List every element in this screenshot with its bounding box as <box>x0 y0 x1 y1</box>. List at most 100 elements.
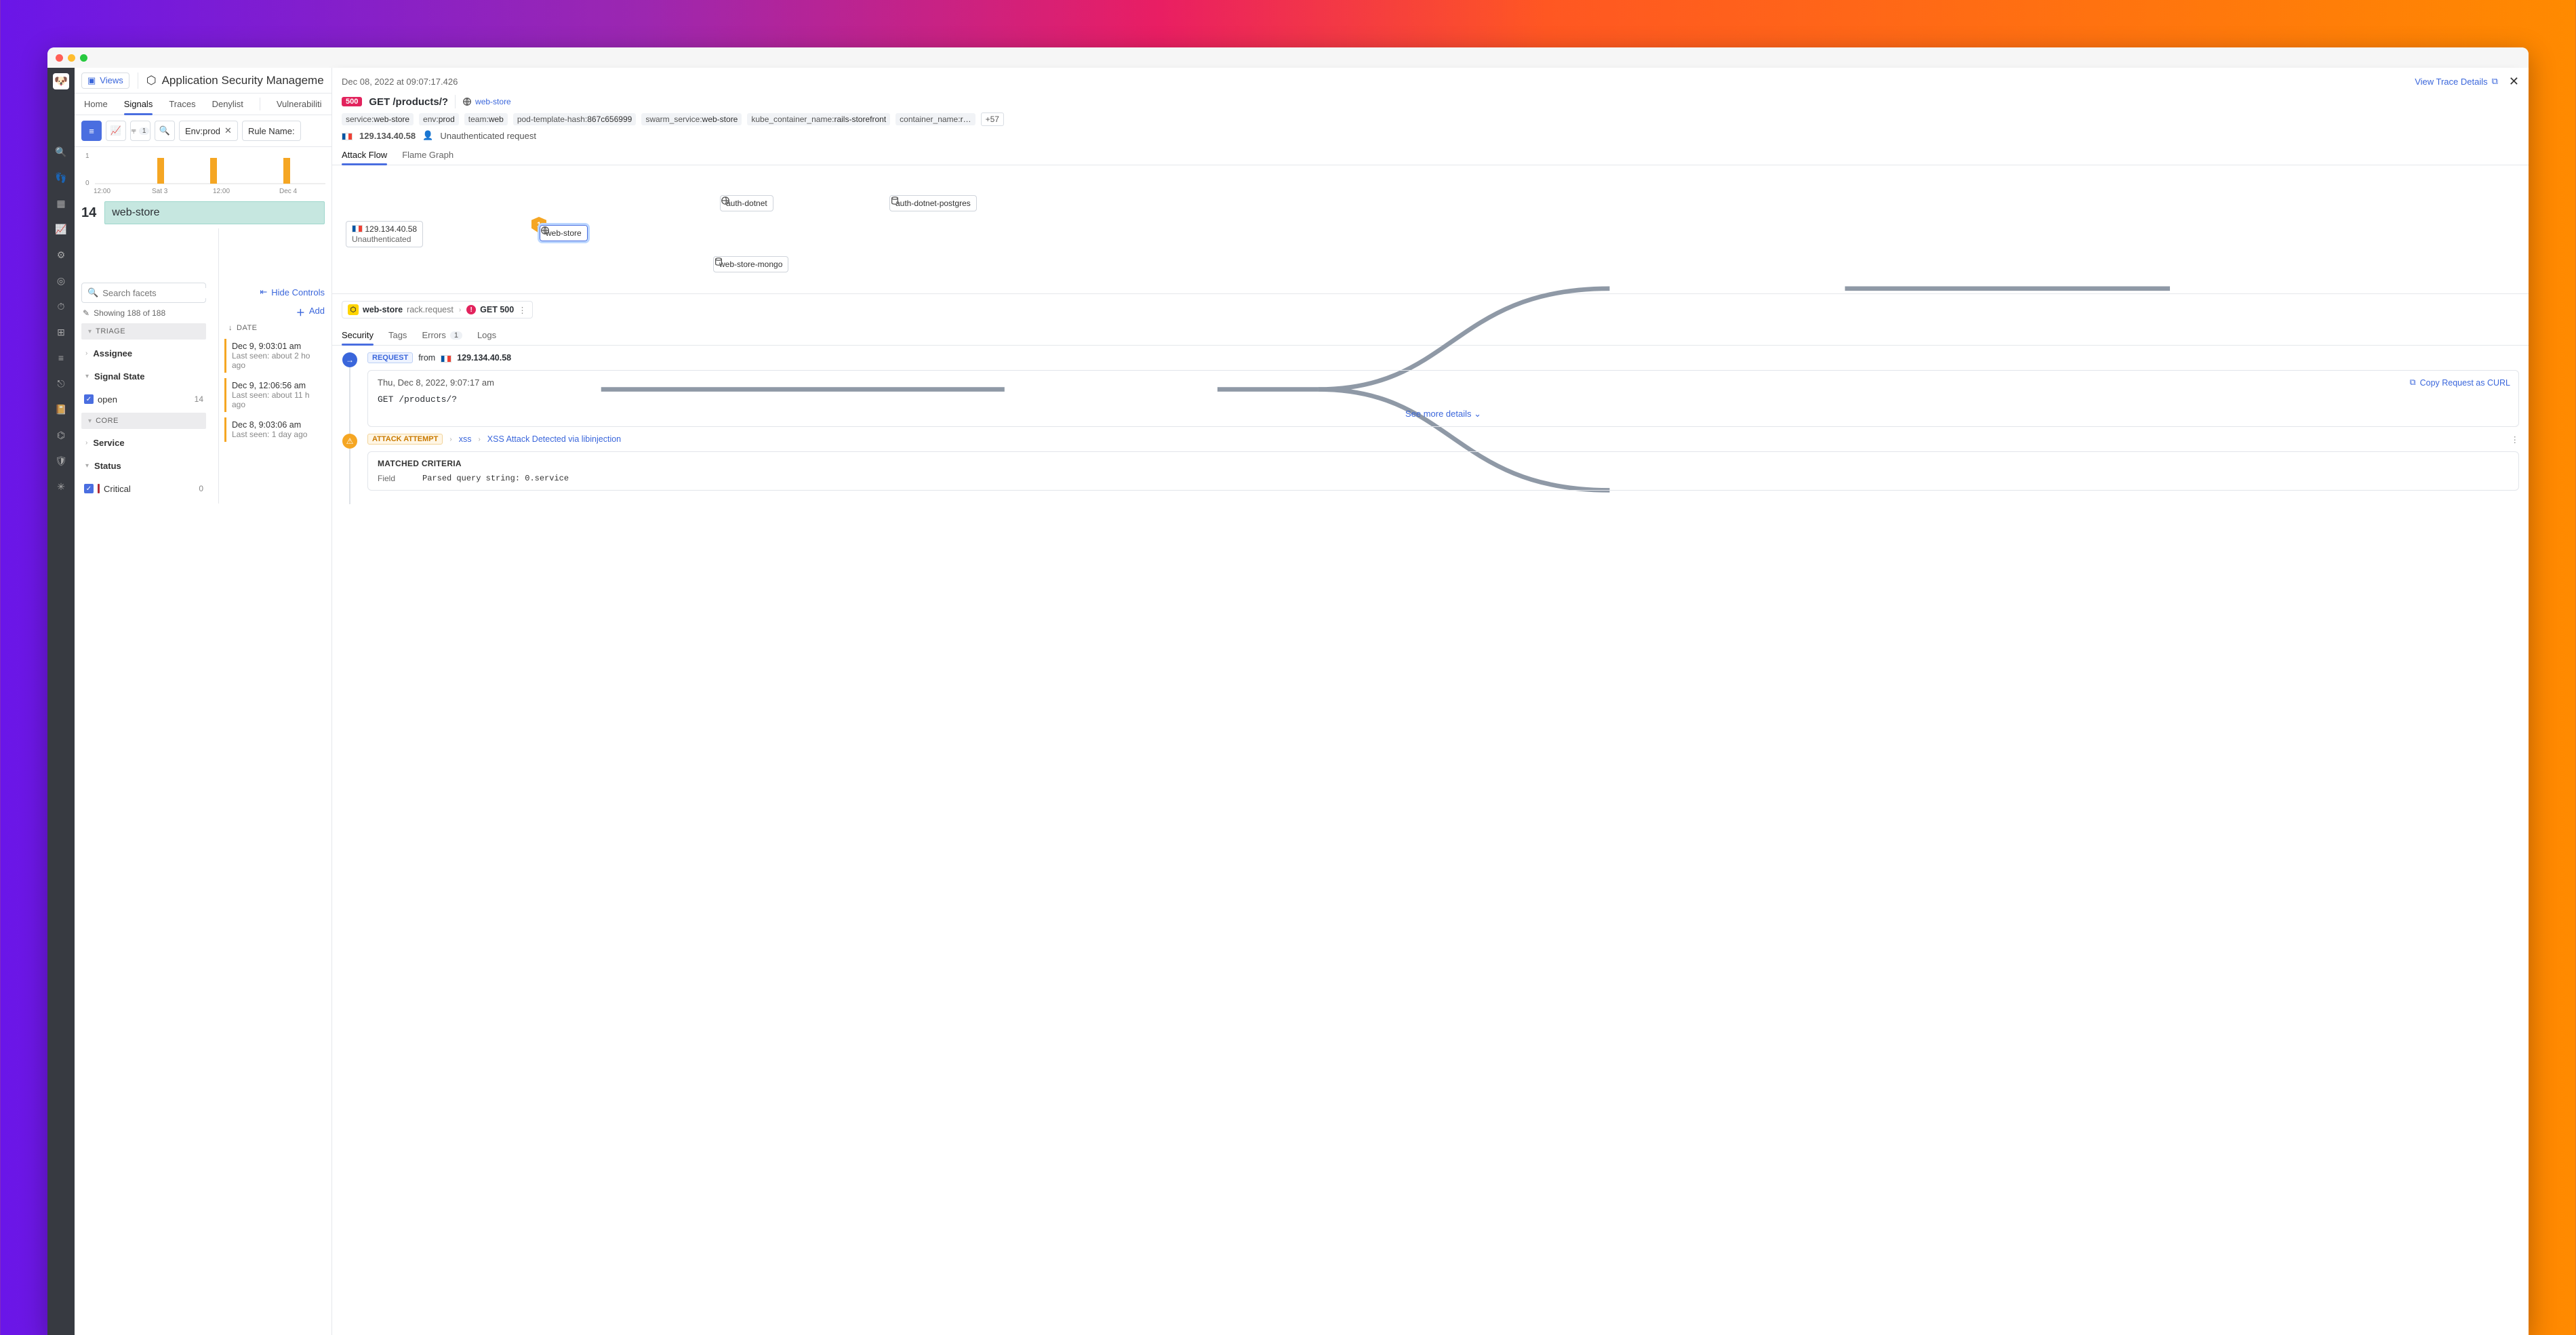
request-line: GET /products/? <box>369 96 448 108</box>
filter-chip-env[interactable]: Env:prod✕ <box>179 121 238 141</box>
rail-logs-icon[interactable]: ≡ <box>56 352 66 363</box>
facet-status[interactable]: ▾Status <box>81 456 206 475</box>
more-tags-button[interactable]: +57 <box>981 112 1004 126</box>
window-close-icon[interactable] <box>56 54 63 62</box>
sort-down-icon[interactable]: ↓ <box>228 324 233 332</box>
tab-traces[interactable]: Traces <box>169 94 195 115</box>
facet-section-core[interactable]: ▾ CORE <box>81 413 206 429</box>
service-chip[interactable]: web-store <box>462 97 511 106</box>
window-minimize-icon[interactable] <box>68 54 75 62</box>
errors-count: 1 <box>450 331 462 340</box>
tab-signals[interactable]: Signals <box>124 94 153 115</box>
rail-watchdog-icon[interactable]: 👣 <box>56 172 66 183</box>
tab-tags[interactable]: Tags <box>388 325 407 345</box>
view-trace-details-link[interactable]: View Trace Details⧉ <box>2415 76 2498 87</box>
tab-vulnerabilities[interactable]: Vulnerabiliti <box>277 94 322 115</box>
tab-home[interactable]: Home <box>84 94 108 115</box>
tag[interactable]: swarm_service:web-store <box>641 113 742 125</box>
views-button[interactable]: ▣ Views <box>81 73 129 89</box>
app-logo-icon[interactable]: 🐶 <box>53 73 69 89</box>
globe-icon <box>540 226 550 235</box>
facet-assignee[interactable]: ›Assignee <box>81 344 206 363</box>
close-button[interactable]: ✕ <box>2509 75 2519 89</box>
rail-dashboards-icon[interactable]: ▦ <box>56 198 66 209</box>
facet-open[interactable]: ✓ open 14 <box>81 390 206 409</box>
summary-service-bar[interactable]: web-store <box>104 201 325 224</box>
globe-icon <box>462 97 472 106</box>
rail-security-icon[interactable]: 🛡 <box>56 455 66 466</box>
attack-flow-graph[interactable]: 129.134.40.58 Unauthenticated 1 web-stor… <box>332 165 2529 294</box>
rail-settings-icon[interactable]: ✳ <box>56 481 66 492</box>
tab-security[interactable]: Security <box>342 325 374 345</box>
signal-row[interactable]: Dec 8, 9:03:06 am Last seen: 1 day ago <box>224 417 326 442</box>
views-icon: ▣ <box>87 75 96 86</box>
col-date[interactable]: DATE <box>237 324 258 332</box>
rail-integrations-icon[interactable]: ⊞ <box>56 327 66 337</box>
tag[interactable]: team:web <box>464 113 508 125</box>
page-title: ⬡ Application Security Manageme <box>146 74 324 87</box>
attack-type-link[interactable]: xss <box>459 434 472 444</box>
kebab-icon[interactable]: ⋮ <box>2511 434 2520 445</box>
globe-icon <box>721 196 730 205</box>
views-label: Views <box>100 75 123 85</box>
hide-controls-link[interactable]: ⇤Hide Controls <box>260 287 325 297</box>
auth-label: Unauthenticated request <box>440 131 536 141</box>
rail-rum-icon[interactable]: ⌬ <box>56 430 66 440</box>
add-facet-button[interactable]: ＋Add <box>296 306 325 319</box>
checkbox-checked-icon[interactable]: ✓ <box>84 484 94 493</box>
checkbox-checked-icon[interactable]: ✓ <box>84 394 94 404</box>
view-timeseries-button[interactable]: 📈 <box>106 121 126 141</box>
facet-section-triage[interactable]: ▾ TRIAGE <box>81 323 206 340</box>
tag[interactable]: kube_container_name:rails-storefront <box>747 113 890 125</box>
svg-text:12:00: 12:00 <box>94 188 110 195</box>
search-button[interactable]: 🔍 <box>155 121 175 141</box>
client-ip: 129.134.40.58 <box>359 131 416 141</box>
flow-node-auth-dotnet[interactable]: auth-dotnet <box>720 195 773 211</box>
plus-icon: ＋ <box>296 306 305 319</box>
tab-flame-graph[interactable]: Flame Graph <box>402 145 454 165</box>
facet-search-field[interactable] <box>102 288 222 298</box>
filter-button[interactable]: ⫧1 <box>130 121 150 141</box>
facet-signal-state[interactable]: ▾Signal State <box>81 367 206 386</box>
facet-service[interactable]: ›Service <box>81 433 206 452</box>
showing-label: ✎ <box>83 308 89 318</box>
rail-infrastructure-icon[interactable]: ⚙ <box>56 249 66 260</box>
tab-logs[interactable]: Logs <box>477 325 496 345</box>
rail-monitors-icon[interactable]: ◎ <box>56 275 66 286</box>
rail-perf-icon[interactable]: ⏱ <box>56 301 66 312</box>
facet-critical[interactable]: ✓ Critical 0 <box>81 479 206 498</box>
remove-chip-icon[interactable]: ✕ <box>224 125 232 136</box>
see-more-link[interactable]: See more details ⌄ <box>378 409 2509 419</box>
rail-metrics-icon[interactable]: 📈 <box>56 224 66 234</box>
tab-attack-flow[interactable]: Attack Flow <box>342 145 387 165</box>
signal-row[interactable]: Dec 9, 9:03:01 am Last seen: about 2 ho … <box>224 339 326 373</box>
rail-notebooks-icon[interactable]: 📔 <box>56 404 66 415</box>
request-ip: 129.134.40.58 <box>457 353 511 363</box>
shield-hex-icon: ⬡ <box>146 74 157 87</box>
window-zoom-icon[interactable] <box>80 54 87 62</box>
app-left-rail: 🐶 🔍 👣 ▦ 📈 ⚙ ◎ ⏱ ⊞ ≡ ⎋ 📔 ⌬ 🛡 ✳ <box>47 68 75 1335</box>
matched-criteria-box: MATCHED CRITERIA Field Parsed query stri… <box>367 451 2519 491</box>
user-icon: 👤 <box>422 130 433 141</box>
tag[interactable]: service:web-store <box>342 113 414 125</box>
tag[interactable]: env:prod <box>419 113 459 125</box>
copy-curl-button[interactable]: ⧉Copy Request as CURL <box>2410 377 2510 388</box>
tag[interactable]: pod-template-hash:867c656999 <box>513 113 636 125</box>
tab-errors[interactable]: Errors1 <box>422 325 462 345</box>
tag[interactable]: container_name:r… <box>895 113 975 125</box>
field-value: Parsed query string: 0.service <box>422 474 569 483</box>
rail-ci-icon[interactable]: ⎋ <box>56 378 66 389</box>
rail-search-icon[interactable]: 🔍 <box>56 146 66 157</box>
flow-node-source[interactable]: 129.134.40.58 Unauthenticated <box>346 221 423 247</box>
facet-search-input[interactable]: 🔍 <box>81 283 206 303</box>
signal-row[interactable]: Dec 9, 12:06:56 am Last seen: about 11 h… <box>224 378 326 412</box>
filter-chip-rule[interactable]: Rule Name: <box>242 121 301 141</box>
view-list-button[interactable]: ≡ <box>81 121 102 141</box>
flow-node-webstore-mongo[interactable]: web-store-mongo <box>713 256 788 272</box>
window-titlebar <box>47 47 2529 68</box>
attack-desc-link[interactable]: XSS Attack Detected via libinjection <box>487 434 621 444</box>
flow-node-webstore[interactable]: web-store <box>540 225 588 241</box>
tab-denylist[interactable]: Denylist <box>212 94 243 115</box>
field-label: Field <box>378 474 395 483</box>
flow-node-auth-dotnet-postgres[interactable]: auth-dotnet-postgres <box>889 195 977 211</box>
